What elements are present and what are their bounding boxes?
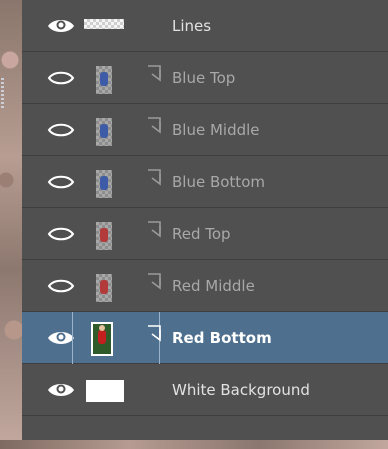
layer-thumbnail [96, 274, 112, 302]
panel-resize-grip[interactable] [1, 78, 4, 108]
eye-closed-icon [47, 227, 75, 241]
layer-name: Blue Bottom [172, 173, 265, 191]
eye-open-icon [48, 332, 74, 344]
clipping-mask-icon [148, 273, 161, 290]
layer-thumbnail [84, 19, 124, 29]
background-artwork-strip [0, 440, 388, 449]
layer-row-blue-middle[interactable]: Blue Middle [22, 104, 388, 156]
layer-row-blue-bottom[interactable]: Blue Bottom [22, 156, 388, 208]
visibility-toggle[interactable] [36, 52, 86, 104]
layer-row-lines[interactable]: Lines [22, 0, 388, 52]
eye-open-icon [48, 384, 74, 396]
layer-name: Blue Top [172, 69, 236, 87]
eye-open-icon [48, 20, 74, 32]
visibility-toggle[interactable] [36, 0, 86, 52]
layer-name: Red Middle [172, 277, 255, 295]
visibility-toggle[interactable] [36, 104, 86, 156]
layer-thumbnail [86, 380, 124, 402]
visibility-toggle[interactable] [36, 364, 86, 416]
layer-row-blue-top[interactable]: Blue Top [22, 52, 388, 104]
background-artwork [0, 0, 22, 449]
clipping-mask-icon [148, 169, 161, 186]
clipping-mask-icon [148, 221, 161, 238]
layer-thumbnail [96, 222, 112, 250]
layer-thumbnail [96, 170, 112, 198]
eye-closed-icon [47, 123, 75, 137]
layer-name: Lines [172, 17, 212, 35]
layer-thumbnail [96, 118, 112, 146]
eye-closed-icon [47, 71, 75, 85]
layer-thumbnail [91, 322, 113, 356]
layer-row-red-top[interactable]: Red Top [22, 208, 388, 260]
clipping-mask-icon [148, 117, 161, 134]
layer-row-red-bottom[interactable]: Red Bottom [22, 312, 388, 364]
visibility-toggle[interactable] [36, 208, 86, 260]
layer-row-red-middle[interactable]: Red Middle [22, 260, 388, 312]
clipping-mask-icon [148, 325, 161, 342]
layer-name: Red Top [172, 225, 231, 243]
layer-name: Blue Middle [172, 121, 260, 139]
layer-thumbnail [96, 66, 112, 94]
layer-name: Red Bottom [172, 329, 272, 347]
clipping-mask-icon [148, 65, 161, 82]
layer-name: White Background [172, 381, 310, 399]
layers-panel: Lines Blue Top Blue Middle Blue Bottom R… [22, 0, 388, 440]
eye-closed-icon [47, 279, 75, 293]
eye-closed-icon [47, 175, 75, 189]
layer-row-white-background[interactable]: White Background [22, 364, 388, 416]
visibility-toggle[interactable] [36, 260, 86, 312]
visibility-toggle[interactable] [36, 156, 86, 208]
